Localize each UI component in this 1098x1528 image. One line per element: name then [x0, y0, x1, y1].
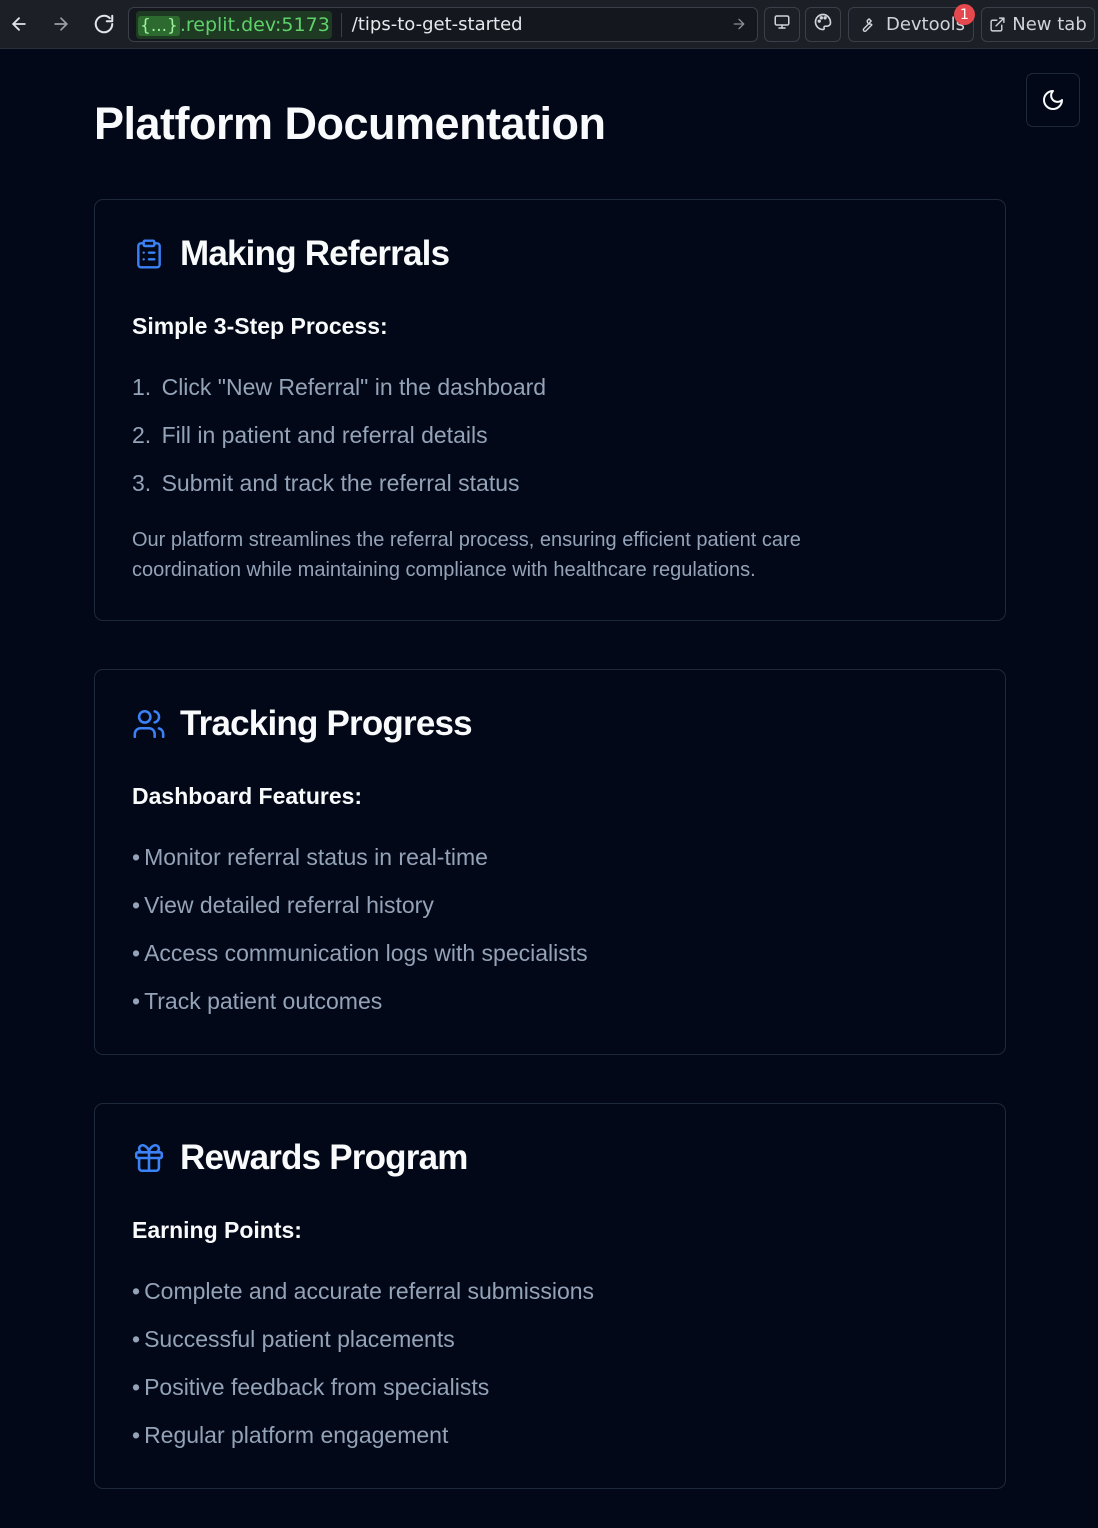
- screen-preview-button[interactable]: [764, 7, 800, 42]
- card-header: Rewards Program: [132, 1138, 468, 1178]
- list-item: • Regular platform engagement: [132, 1422, 449, 1448]
- palette-icon: [813, 12, 833, 37]
- card-title: Rewards Program: [180, 1138, 468, 1177]
- url-host: {...} .replit.dev:5173: [136, 10, 332, 39]
- new-tab-button[interactable]: New tab: [981, 7, 1095, 42]
- page-title: Platform Documentation: [94, 98, 606, 149]
- monitor-icon: [773, 13, 791, 36]
- clipboard-list-icon: [132, 237, 166, 271]
- making-referrals-card: Making Referrals Simple 3-Step Process: …: [94, 199, 1006, 621]
- card-header: Making Referrals: [132, 234, 450, 274]
- devtools-label: Devtools: [885, 14, 966, 35]
- back-icon[interactable]: [5, 10, 33, 38]
- devtools-button[interactable]: Devtools 1: [848, 4, 975, 42]
- list-item: • Track patient outcomes: [132, 988, 383, 1014]
- url-path: /tips-to-get-started: [351, 14, 523, 35]
- list-item: • View detailed referral history: [132, 892, 434, 918]
- list-item: • Access communication logs with speciali…: [132, 940, 588, 966]
- list-item: • Monitor referral status in real-time: [132, 844, 488, 870]
- features-list: • Monitor referral status in real-time • V…: [132, 843, 588, 1035]
- browser-toolbar: {...} .replit.dev:5173 /tips-to-get-start…: [0, 0, 1098, 49]
- card-description: Our platform streamlines the referral pr…: [132, 529, 801, 581]
- card-subtitle: Earning Points:: [132, 1217, 302, 1243]
- go-arrow-icon[interactable]: [731, 16, 747, 37]
- tracking-progress-card: Tracking Progress Dashboard Features: • M…: [94, 669, 1006, 1055]
- list-item: • Positive feedback from specialists: [132, 1374, 490, 1400]
- wrench-icon: [857, 16, 874, 33]
- gift-icon: [132, 1141, 166, 1175]
- earning-points-list: • Complete and accurate referral submissi…: [132, 1277, 594, 1469]
- card-subtitle: Simple 3-Step Process:: [132, 313, 388, 339]
- steps-list: 1. Click "New Referral" in the dashboard…: [132, 373, 546, 517]
- url-host-text: .replit.dev:5173: [179, 13, 330, 36]
- list-item: • Successful patient placements: [132, 1326, 455, 1352]
- reload-icon[interactable]: [90, 10, 118, 38]
- list-item: 2. Fill in patient and referral details: [132, 422, 488, 448]
- forward-icon[interactable]: [47, 10, 75, 38]
- card-header: Tracking Progress: [132, 704, 473, 744]
- users-icon: [132, 707, 166, 741]
- devtools-badge: 1: [954, 4, 975, 25]
- external-link-icon: [989, 16, 1006, 33]
- theme-palette-button[interactable]: [805, 7, 841, 42]
- url-divider: [340, 12, 342, 37]
- list-item: 1. Click "New Referral" in the dashboard: [132, 374, 547, 400]
- list-item: 3. Submit and track the referral status: [132, 470, 520, 496]
- rewards-program-card: Rewards Program Earning Points: • Complet…: [94, 1103, 1006, 1489]
- theme-toggle-button[interactable]: [1026, 73, 1080, 127]
- address-bar[interactable]: {...} .replit.dev:5173 /tips-to-get-start…: [128, 7, 758, 42]
- new-tab-label: New tab: [1012, 14, 1087, 35]
- card-title: Making Referrals: [180, 234, 450, 273]
- list-item: • Complete and accurate referral submissi…: [132, 1278, 595, 1304]
- card-subtitle: Dashboard Features:: [132, 783, 363, 809]
- card-title: Tracking Progress: [180, 704, 473, 743]
- moon-icon: [1041, 88, 1065, 112]
- url-host-braces: {...}: [138, 15, 180, 36]
